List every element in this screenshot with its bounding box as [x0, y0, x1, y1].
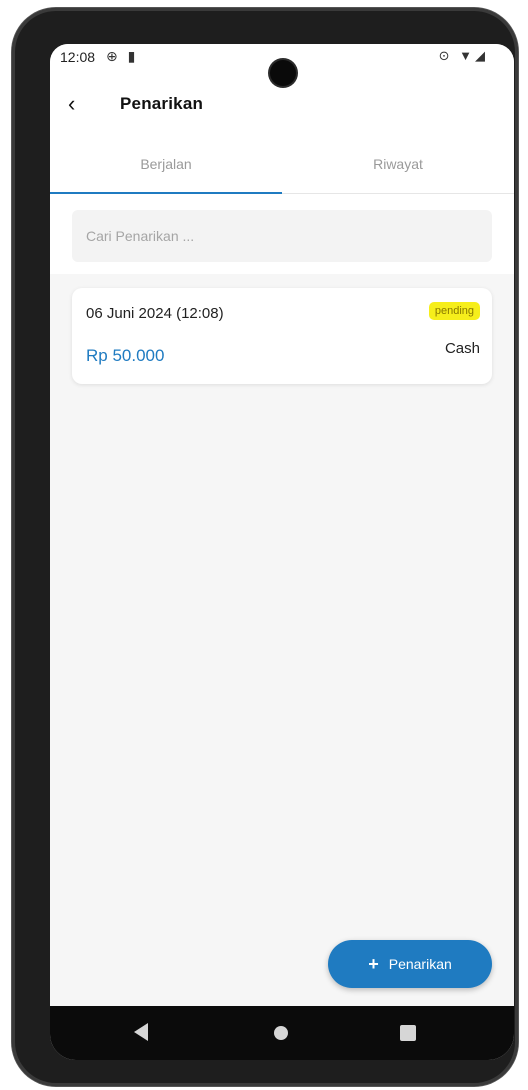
status-badge: pending	[428, 302, 480, 320]
circle-home-icon[interactable]	[274, 1026, 288, 1040]
square-recent-icon[interactable]	[400, 1025, 416, 1041]
withdrawal-card[interactable]: 06 Juni 2024 (12:08) pending Rp 50.000 C…	[72, 288, 492, 384]
screen: 12:08 ⊕ ▮ ⊙ ▼◢ ‹ Penarikan Berjalan Riwa…	[50, 44, 514, 1060]
add-withdrawal-label: Penarikan	[388, 956, 452, 972]
system-navigation-bar	[50, 1006, 514, 1060]
status-time: 12:08	[60, 49, 96, 65]
tab-riwayat[interactable]: Riwayat	[282, 136, 514, 194]
withdrawal-amount: Rp 50.000	[86, 346, 165, 365]
front-camera	[270, 60, 296, 86]
withdrawal-date: 06 Juni 2024 (12:08)	[86, 305, 224, 322]
phone-frame: 12:08 ⊕ ▮ ⊙ ▼◢ ‹ Penarikan Berjalan Riwa…	[12, 8, 518, 1086]
tab-bar: Berjalan Riwayat	[50, 136, 514, 194]
tab-berjalan[interactable]: Berjalan	[50, 136, 282, 194]
page-title: Penarikan	[120, 94, 204, 113]
withdrawal-method: Cash	[444, 340, 480, 357]
search-input[interactable]	[72, 210, 492, 262]
search-area	[50, 194, 514, 274]
status-signal-icons: ⊙ ▼◢	[438, 48, 488, 63]
arrow-back-icon[interactable]: ‹	[68, 92, 88, 116]
status-notification-icons: ⊕ ▮	[106, 48, 139, 64]
plus-icon: +	[368, 954, 379, 974]
add-withdrawal-button[interactable]: + Penarikan	[328, 940, 492, 988]
triangle-back-icon[interactable]	[134, 1023, 148, 1041]
